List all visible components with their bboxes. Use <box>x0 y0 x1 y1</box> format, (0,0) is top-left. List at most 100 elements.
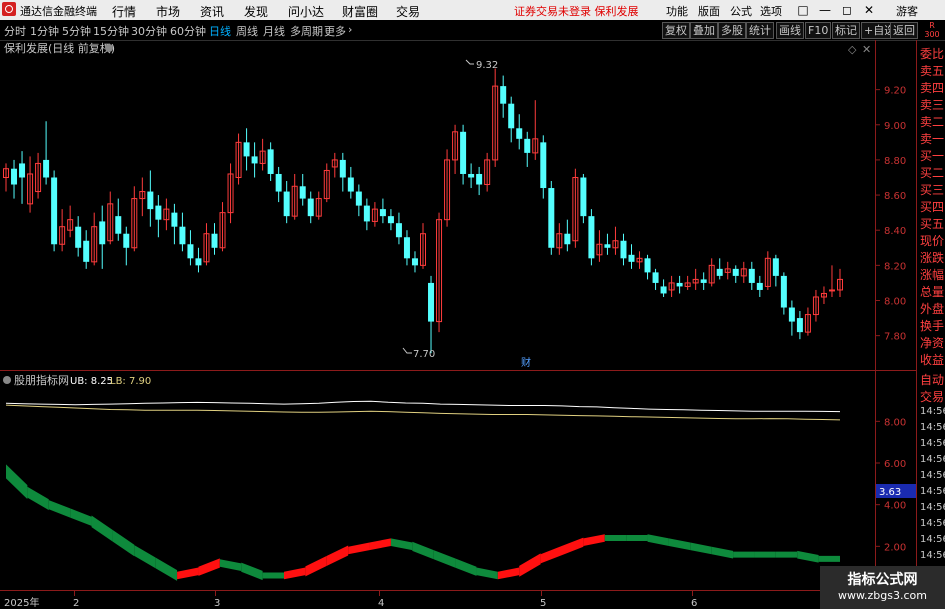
f10-button[interactable]: F10 <box>805 22 832 39</box>
candle-body <box>347 177 354 192</box>
oscillator-segment <box>6 464 28 500</box>
candle-body <box>387 216 394 224</box>
minimize-icon[interactable]: — <box>816 1 834 19</box>
app-name: 通达信金融终端 <box>20 5 97 18</box>
candle-body <box>700 279 707 283</box>
price-tick-label: 8.80 <box>884 156 906 167</box>
sp-outer-volume: 外盘 <box>920 302 945 316</box>
period-30min[interactable]: 30分钟 <box>131 23 167 39</box>
period-multi[interactable]: 多周期 <box>290 23 323 39</box>
candle-body <box>476 173 483 185</box>
x-label-apr: 4 <box>378 598 384 609</box>
candle-body <box>652 272 659 283</box>
menu-news[interactable]: 资讯 <box>200 3 224 20</box>
overlay-button[interactable]: 叠加 <box>690 22 718 39</box>
oscillator-segment <box>348 542 370 555</box>
oscillator-segment <box>219 559 242 571</box>
sp-time: 14:56 <box>920 438 945 449</box>
login-notice[interactable]: 证券交易未登录 保利发展 <box>514 3 639 19</box>
indicator-menu-icon[interactable] <box>3 376 11 384</box>
title-menu-icon[interactable] <box>105 44 113 52</box>
sp-bid1: 买一 <box>920 149 945 163</box>
price-tick-label: 9.00 <box>884 121 906 132</box>
period-60min[interactable]: 60分钟 <box>170 23 206 39</box>
watermark: 指标公式网 www.zbgs3.com <box>820 566 945 609</box>
candle-body <box>251 156 258 164</box>
oscillator-segment <box>519 553 541 577</box>
menu-bar: 通达信金融终端 行情 市场 资讯 发现 问小达 财富圈 交易 证券交易未登录 保… <box>0 0 945 20</box>
lb-line <box>5 404 841 421</box>
adjust-button[interactable]: 复权 <box>662 22 690 39</box>
period-more[interactable]: 更多 <box>324 23 346 39</box>
period-daily[interactable]: 日线 <box>209 23 231 39</box>
price-tick-label: 8.20 <box>884 261 906 272</box>
candle-body <box>780 275 787 308</box>
sp-earnings: 收益 <box>920 353 945 367</box>
oscillator-segment <box>690 542 712 555</box>
oscillator-segment <box>177 567 199 580</box>
chart-canvas[interactable]: 9.20 9.00 8.80 8.60 8.40 8.20 8.00 7.80 保利发展(日线… <box>0 40 945 609</box>
candle-body <box>716 268 723 276</box>
maximize-icon[interactable]: ◻ <box>838 1 856 19</box>
menu-layout[interactable]: 版面 <box>698 3 720 19</box>
guest-user[interactable]: 游客 <box>896 3 918 19</box>
event-marker[interactable]: 财 <box>521 356 531 369</box>
period-15min[interactable]: 15分钟 <box>93 23 129 39</box>
oscillator-segment <box>284 567 306 580</box>
period-monthly[interactable]: 月线 <box>263 23 285 39</box>
candle-body <box>123 233 130 248</box>
sp-ask3: 卖三 <box>920 98 945 112</box>
indicator-tick-label: 6.00 <box>884 459 906 470</box>
candle-body <box>307 198 314 217</box>
back-button[interactable]: 返回 <box>890 22 918 39</box>
oscillator-segment <box>48 500 71 518</box>
price-tick-label: 8.00 <box>884 296 906 307</box>
candle-body <box>19 163 26 178</box>
menu-market-quotes[interactable]: 行情 <box>112 3 136 20</box>
statistics-button[interactable]: 统计 <box>746 22 774 39</box>
restore-window-icon[interactable]: □ <box>794 1 812 19</box>
menu-discover[interactable]: 发现 <box>244 3 268 20</box>
candle-body <box>580 177 587 217</box>
period-weekly[interactable]: 周线 <box>236 23 258 39</box>
menu-wealth[interactable]: 财富圈 <box>342 3 378 20</box>
high-label: 9.32 <box>476 60 498 71</box>
oscillator-band <box>6 464 840 581</box>
sp-time: 14:56 <box>920 486 945 497</box>
candle-body <box>395 223 402 238</box>
multi-stock-button[interactable]: 多股 <box>718 22 746 39</box>
period-timeshare[interactable]: 分时 <box>4 23 26 39</box>
menu-trade[interactable]: 交易 <box>396 3 420 20</box>
oscillator-segment <box>583 534 605 546</box>
menu-market[interactable]: 市场 <box>156 3 180 20</box>
sp-trade[interactable]: 交易 <box>920 388 944 405</box>
candle-body <box>788 307 795 322</box>
sp-net-asset: 净资 <box>920 336 945 350</box>
mark-button[interactable]: 标记 <box>832 22 860 39</box>
period-1min[interactable]: 1分钟 <box>30 23 59 39</box>
chart-settings-icon[interactable]: ◇ <box>848 43 857 56</box>
x-label-mar: 3 <box>214 598 220 609</box>
chevron-right-icon[interactable]: › <box>348 23 352 36</box>
candle-body <box>403 237 410 259</box>
oscillator-segment <box>754 551 776 558</box>
oscillator-segment <box>369 538 391 551</box>
close-icon[interactable]: ✕ <box>860 1 878 19</box>
oscillator-segment <box>198 558 220 576</box>
candle-body <box>379 209 386 217</box>
candle-body <box>299 186 306 199</box>
draw-line-button[interactable]: 画线 <box>776 22 804 39</box>
menu-formula[interactable]: 公式 <box>730 3 752 19</box>
sp-auto[interactable]: 自动 <box>920 371 944 388</box>
price-tick-label: 9.20 <box>884 86 906 97</box>
candle-body <box>195 258 202 266</box>
chart-close-icon[interactable]: ✕ <box>862 43 871 56</box>
period-5min[interactable]: 5分钟 <box>62 23 91 39</box>
menu-assistant[interactable]: 问小达 <box>288 3 324 20</box>
sp-ask4: 卖四 <box>920 81 945 95</box>
candle-body <box>548 188 555 248</box>
menu-options[interactable]: 选项 <box>760 3 782 19</box>
menu-functions[interactable]: 功能 <box>666 3 688 19</box>
candle-body <box>275 173 282 192</box>
sp-time: 14:56 <box>920 502 945 513</box>
